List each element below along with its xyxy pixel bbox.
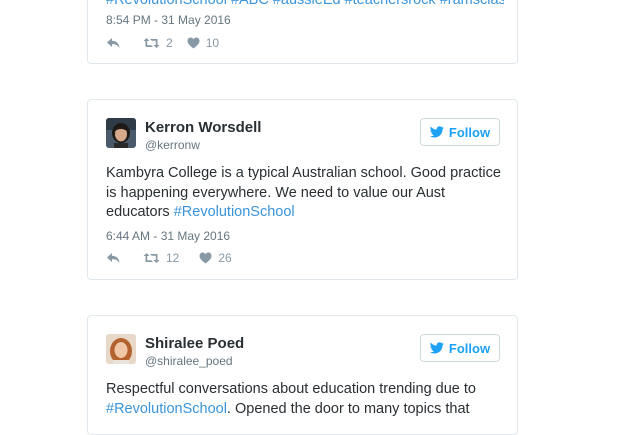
like-count: 10 <box>205 36 220 50</box>
twitter-bird-icon <box>429 342 444 354</box>
tweet-text: Kambyra College is a typical Australian … <box>106 165 501 220</box>
follow-label: Follow <box>448 340 491 356</box>
reply-button[interactable] <box>106 252 121 264</box>
follow-label: Follow <box>448 124 491 140</box>
user-handle[interactable]: @kerronw <box>145 138 200 152</box>
tweet-text: Respectful conversations about education… <box>106 381 476 417</box>
tweet-card: #RevolutionSchool #ABC #aussieEd #teache… <box>87 0 518 64</box>
tweet-card: Kerron Worsdell @kerronw Follow Kambyra … <box>87 99 518 280</box>
avatar[interactable] <box>106 118 136 148</box>
user-handle[interactable]: @shiralee_poed <box>145 354 233 368</box>
like-button[interactable]: 10 <box>187 36 219 50</box>
user-name[interactable]: Shiralee Poed <box>145 335 244 352</box>
tweet-actions: 12 26 <box>106 250 232 266</box>
heart-icon <box>187 37 200 49</box>
reply-button[interactable] <box>106 37 121 49</box>
retweet-button[interactable]: 12 <box>143 251 179 265</box>
tweet-text: #RevolutionSchool #ABC #aussieEd #teache… <box>106 0 504 11</box>
like-count: 26 <box>218 251 232 265</box>
reply-icon <box>107 253 120 263</box>
hashtags[interactable]: #RevolutionSchool #ABC #aussieEd #teache… <box>106 0 504 8</box>
heart-icon <box>199 252 212 264</box>
hashtag-link[interactable]: #RevolutionSchool <box>174 204 295 220</box>
user-name[interactable]: Kerron Worsdell <box>145 119 261 136</box>
like-button[interactable]: 26 <box>199 251 232 265</box>
hashtag-link[interactable]: #RevolutionSchool <box>106 401 227 417</box>
tweet-actions: 2 10 <box>106 35 219 51</box>
avatar[interactable] <box>106 334 136 364</box>
follow-button[interactable]: Follow <box>420 118 500 146</box>
tweet-timestamp[interactable]: 6:44 AM - 31 May 2016 <box>106 229 230 243</box>
retweet-icon <box>143 38 160 48</box>
twitter-bird-icon <box>429 126 444 138</box>
reply-icon <box>107 38 120 48</box>
tweet-timestamp[interactable]: 8:54 PM - 31 May 2016 <box>106 13 231 27</box>
retweet-button[interactable]: 2 <box>143 36 173 50</box>
retweet-count: 12 <box>166 251 180 265</box>
retweet-count: 2 <box>166 36 173 50</box>
tweet-card: Shiralee Poed @shiralee_poed Follow Resp… <box>87 315 518 435</box>
follow-button[interactable]: Follow <box>420 334 500 362</box>
retweet-icon <box>143 253 160 263</box>
